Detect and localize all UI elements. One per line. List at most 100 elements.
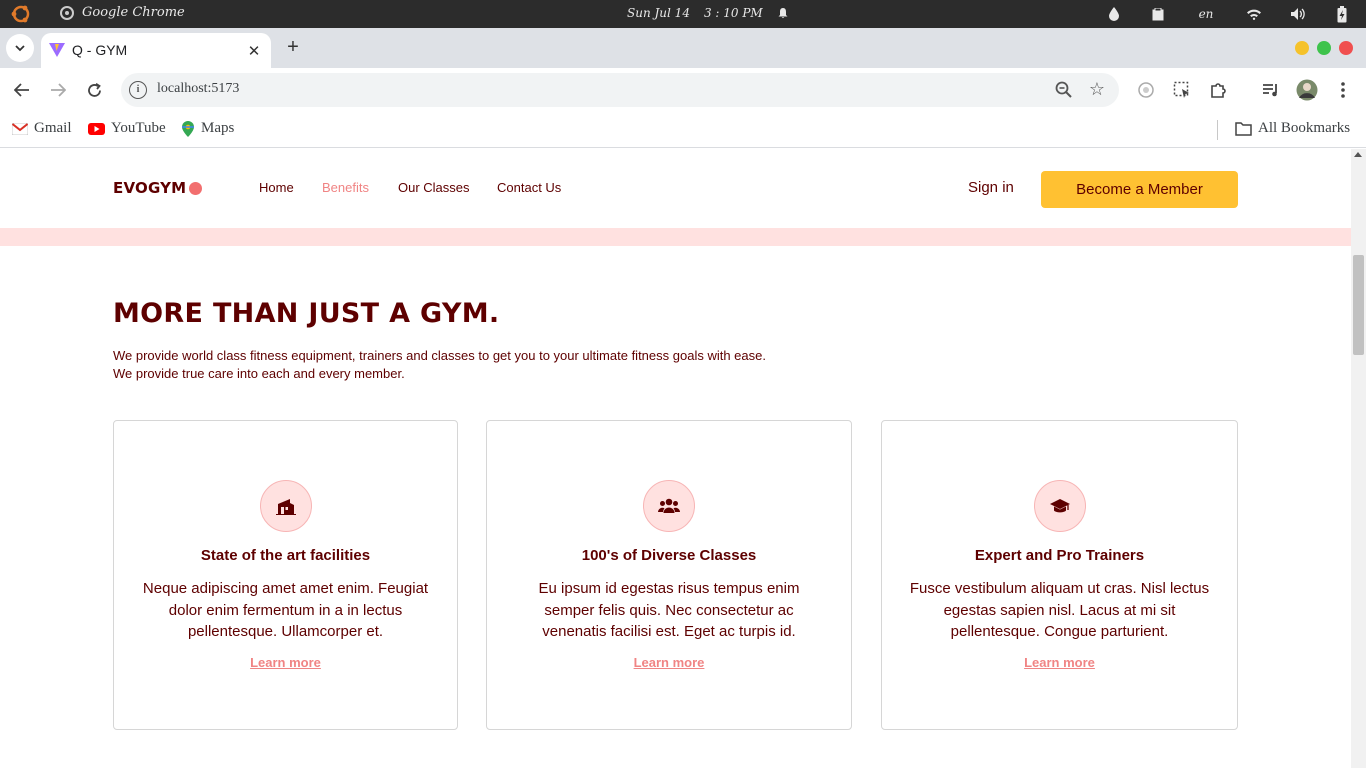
bookmark-maps[interactable]: Maps <box>181 120 234 137</box>
logo-dot-icon <box>189 181 203 195</box>
time-label: 3 : 10 PM <box>703 6 763 20</box>
language-indicator[interactable]: en <box>1192 4 1220 24</box>
chevron-down-icon <box>15 44 25 51</box>
section-heading: MORE THAN JUST A GYM. <box>113 298 500 329</box>
nav-contact-us[interactable]: Contact Us <box>497 180 561 195</box>
tab-search-button[interactable] <box>6 34 34 62</box>
learn-more-link[interactable]: Learn more <box>487 655 851 670</box>
bookmark-youtube-label: YouTube <box>111 120 166 136</box>
become-member-button[interactable]: Become a Member <box>1041 171 1238 208</box>
maps-icon <box>182 120 194 137</box>
system-tray: en <box>1080 4 1352 24</box>
page-viewport: EVOGYM Home Benefits Our Classes Contact… <box>0 149 1351 768</box>
learn-more-link[interactable]: Learn more <box>882 655 1237 670</box>
maximize-button[interactable] <box>1317 41 1331 55</box>
site-info-icon[interactable]: i <box>129 81 147 99</box>
benefit-description: Eu ipsum id egestas risus tempus enim se… <box>538 580 800 640</box>
back-button[interactable] <box>10 78 34 102</box>
address-bar[interactable]: i localhost:5173 ☆ <box>121 73 1119 107</box>
intro-line-1: We provide world class fitness equipment… <box>113 348 766 363</box>
extensions-button[interactable] <box>1206 78 1230 102</box>
benefit-icon-circle <box>259 480 312 532</box>
bookmarks-bar: Gmail YouTube Maps All Bookmarks <box>0 112 1366 148</box>
benefit-title: 100's of Diverse Classes <box>581 547 757 564</box>
nav-benefits[interactable]: Benefits <box>322 180 369 195</box>
benefit-title: Expert and Pro Trainers <box>974 547 1145 564</box>
url-text[interactable]: localhost:5173 <box>157 81 239 97</box>
sign-in-link[interactable]: Sign in <box>968 179 1014 196</box>
forward-button[interactable] <box>46 78 70 102</box>
minimize-button[interactable] <box>1295 41 1309 55</box>
benefit-card: State of the art facilities Neque adipis… <box>113 420 458 730</box>
extension-1-button[interactable] <box>1134 78 1158 102</box>
tab-active[interactable]: Q - GYM ✕ <box>41 33 271 68</box>
benefit-icon-circle <box>643 480 695 532</box>
clipboard-icon[interactable] <box>1148 4 1168 24</box>
all-bookmarks-button[interactable]: All Bookmarks <box>1235 120 1350 137</box>
bookmark-youtube[interactable]: YouTube <box>88 120 166 137</box>
bookmark-gmail-label: Gmail <box>34 120 72 136</box>
academic-cap-icon <box>1049 499 1070 513</box>
benefit-card: Expert and Pro Trainers Fusce vestibulum… <box>881 420 1238 730</box>
kebab-menu-icon <box>1341 82 1345 98</box>
bookmark-star-icon[interactable]: ☆ <box>1089 79 1105 100</box>
new-tab-button[interactable]: + <box>282 36 304 58</box>
benefit-description: Neque adipiscing amet amet enim. Feugiat… <box>142 580 429 640</box>
close-window-button[interactable] <box>1339 41 1353 55</box>
bookmarks-divider <box>1217 120 1218 140</box>
os-top-bar: Google Chrome Sun Jul 14 3 : 10 PM en <box>0 0 1366 28</box>
learn-more-link[interactable]: Learn more <box>114 655 457 670</box>
all-bookmarks-label: All Bookmarks <box>1258 120 1351 136</box>
benefit-title: State of the art facilities <box>200 547 371 564</box>
site-navbar: EVOGYM Home Benefits Our Classes Contact… <box>0 149 1351 228</box>
tab-strip: Q - GYM ✕ + <box>0 28 1366 68</box>
volume-icon[interactable] <box>1288 4 1308 24</box>
avatar <box>1296 79 1318 101</box>
browser-toolbar: i localhost:5173 ☆ <box>0 68 1366 112</box>
battery-charging-icon[interactable] <box>1332 4 1352 24</box>
browser-menu-button[interactable] <box>1331 78 1355 102</box>
hero-bottom-band <box>0 228 1351 246</box>
clock[interactable]: Sun Jul 14 3 : 10 PM <box>627 6 789 20</box>
arrow-right-icon <box>51 83 66 97</box>
date-label: Sun Jul 14 <box>627 6 690 20</box>
arrow-left-icon <box>14 83 29 97</box>
intro-line-2: We provide true care into each and every… <box>113 366 405 381</box>
scrollbar-thumb[interactable] <box>1353 255 1364 355</box>
reload-button[interactable] <box>82 78 106 102</box>
tab-title: Q - GYM <box>72 42 128 58</box>
active-app[interactable]: Google Chrome <box>60 5 185 20</box>
bookmark-gmail[interactable]: Gmail <box>12 120 72 137</box>
puzzle-icon <box>1211 83 1226 98</box>
playlist-icon <box>1263 84 1277 97</box>
home-modern-icon <box>275 499 296 515</box>
extension-circle-icon <box>1138 82 1154 98</box>
ubuntu-logo-icon[interactable] <box>10 4 32 24</box>
zoom-icon[interactable] <box>1055 81 1073 99</box>
user-group-icon <box>658 498 680 513</box>
nav-home[interactable]: Home <box>259 180 294 195</box>
profile-avatar[interactable] <box>1295 78 1319 102</box>
bookmark-maps-label: Maps <box>201 120 235 136</box>
scroll-up-arrow-icon[interactable] <box>1354 152 1362 157</box>
nav-our-classes[interactable]: Our Classes <box>398 180 470 195</box>
screenshot-select-icon <box>1173 81 1189 98</box>
reload-icon <box>87 82 101 97</box>
notification-bell-icon <box>778 8 788 19</box>
wifi-icon[interactable] <box>1244 4 1264 24</box>
logo-text: EVOGYM <box>113 179 187 197</box>
screenshot-extension-button[interactable] <box>1170 78 1194 102</box>
section-intro: We provide world class fitness equipment… <box>113 347 766 383</box>
drop-icon[interactable] <box>1104 4 1124 24</box>
app-name-label: Google Chrome <box>82 5 185 20</box>
site-logo[interactable]: EVOGYM <box>113 179 203 197</box>
tab-close-button[interactable]: ✕ <box>245 42 263 60</box>
vite-favicon-icon <box>49 43 65 57</box>
gmail-icon <box>12 122 28 135</box>
page-scrollbar[interactable] <box>1351 149 1366 768</box>
benefit-card: 100's of Diverse Classes Eu ipsum id ege… <box>486 420 852 730</box>
benefit-icon-circle <box>1033 480 1086 532</box>
media-controls-button[interactable] <box>1259 78 1283 102</box>
benefit-description: Fusce vestibulum aliquam ut cras. Nisl l… <box>909 580 1210 640</box>
chrome-icon <box>60 5 74 20</box>
